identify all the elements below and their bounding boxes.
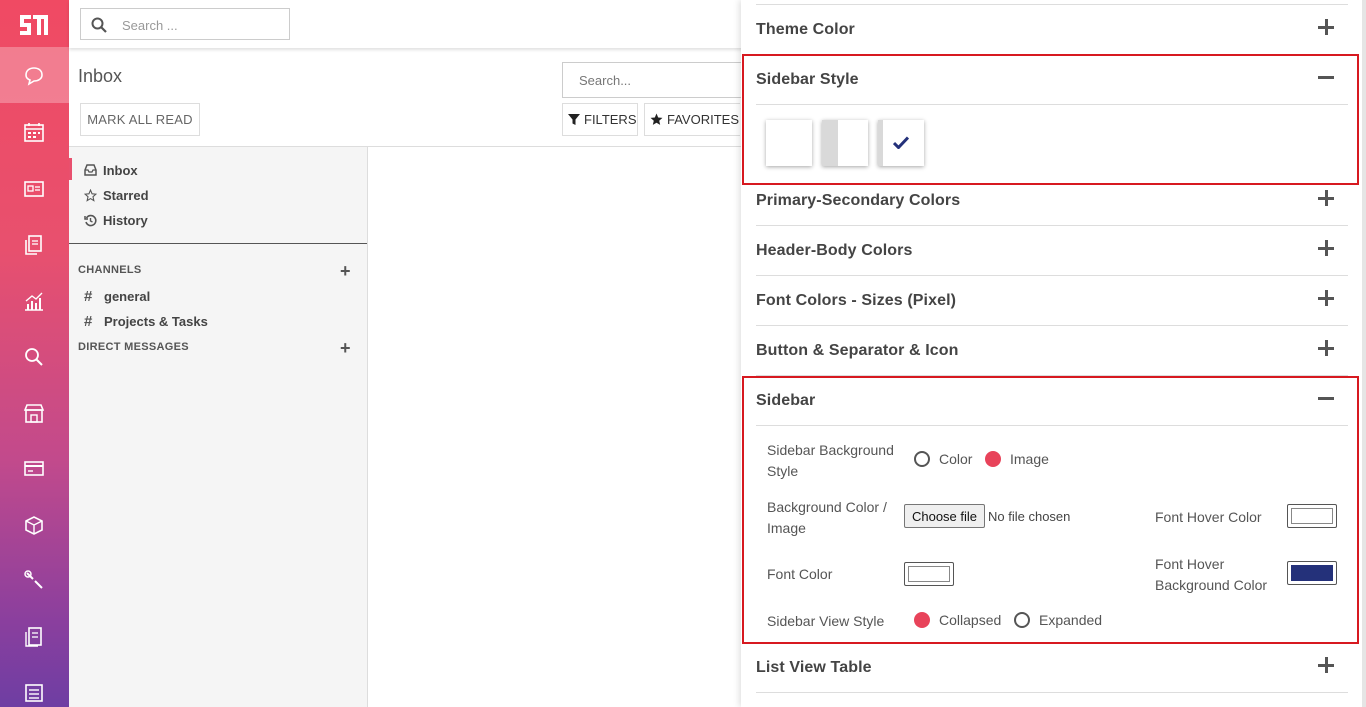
accordion-button-separator[interactable]: Button & Separator & Icon [756, 326, 1348, 376]
channel-projects-tasks[interactable]: # Projects & Tasks [84, 313, 208, 330]
sidebar-item-label: Inbox [103, 162, 138, 178]
accordion-list-view[interactable]: List View Table [756, 643, 1348, 693]
tools-icon[interactable] [23, 569, 45, 591]
filters-label: FILTERS [584, 112, 637, 127]
filters-button[interactable]: FILTERS [562, 103, 638, 136]
accordion-primary-secondary[interactable]: Primary-Secondary Colors [756, 176, 1348, 226]
inbox-icon [84, 164, 97, 176]
channel-general[interactable]: # general [84, 288, 150, 305]
shop-icon[interactable] [23, 402, 45, 424]
global-search-input[interactable]: Search ... [80, 8, 290, 40]
expand-plus-icon[interactable] [1318, 290, 1334, 306]
messages-search-input[interactable]: Search... [562, 62, 752, 98]
card-icon[interactable] [23, 457, 45, 479]
expand-plus-icon[interactable] [1318, 340, 1334, 356]
reports-icon[interactable] [23, 290, 45, 312]
accordion-title: Font Colors - Sizes (Pixel) [756, 292, 957, 309]
mark-all-read-button[interactable]: MARK ALL READ [80, 103, 200, 136]
contacts-icon[interactable] [23, 178, 45, 200]
accordion-title: List View Table [756, 659, 872, 676]
star-icon [650, 113, 663, 125]
channels-heading: CHANNELS [78, 264, 142, 276]
sidebar-item-history[interactable]: History [84, 210, 148, 230]
search-icon[interactable] [23, 346, 45, 368]
accordion-font-colors[interactable]: Font Colors - Sizes (Pixel) [756, 276, 1348, 326]
accordion-header-body[interactable]: Header-Body Colors [756, 226, 1348, 276]
add-direct-message-button[interactable]: + [340, 339, 351, 357]
star-icon [84, 188, 97, 202]
expand-plus-icon[interactable] [1318, 240, 1334, 256]
page-title: Inbox [78, 66, 123, 86]
channel-label: Projects & Tasks [104, 314, 208, 329]
messages-search-placeholder: Search... [579, 73, 632, 88]
logo-icon[interactable] [18, 12, 50, 38]
panel-scrollbar[interactable] [1362, 0, 1366, 707]
add-channel-button[interactable]: + [340, 262, 351, 280]
sidebar-item-starred[interactable]: Starred [84, 185, 149, 205]
expand-plus-icon[interactable] [1318, 19, 1334, 35]
channel-label: general [104, 289, 151, 304]
chat-icon[interactable] [23, 65, 45, 87]
sidebar-settings-highlight [742, 376, 1359, 644]
app-rail [0, 0, 69, 707]
global-search-placeholder: Search ... [122, 18, 178, 33]
sidebar-style-highlight [742, 54, 1359, 185]
list-icon[interactable] [23, 682, 45, 704]
accordion-theme-color[interactable]: Theme Color [756, 5, 1348, 55]
direct-messages-heading: DIRECT MESSAGES [78, 341, 189, 353]
favorites-label: FAVORITES [667, 112, 739, 127]
hash-icon: # [84, 313, 93, 330]
sidebar-item-inbox[interactable]: Inbox [84, 160, 138, 180]
calendar-icon[interactable] [23, 121, 45, 143]
accordion-title: Header-Body Colors [756, 242, 913, 259]
package-icon[interactable] [23, 514, 45, 536]
top-bar: Search ... [69, 0, 769, 48]
expand-plus-icon[interactable] [1318, 657, 1334, 673]
discuss-sidebar [69, 147, 368, 707]
receipt-icon[interactable] [23, 626, 45, 648]
sidebar-divider [69, 243, 367, 244]
history-icon [84, 214, 97, 226]
sidebar-item-label: Starred [103, 187, 149, 203]
sidebar-active-indicator [69, 158, 72, 180]
accordion-title: Button & Separator & Icon [756, 342, 959, 359]
hash-icon: # [84, 288, 93, 305]
filter-icon [568, 113, 580, 125]
favorites-button[interactable]: FAVORITES [644, 103, 740, 136]
accordion-title: Primary-Secondary Colors [756, 192, 961, 209]
documents-icon[interactable] [23, 234, 45, 256]
accordion-title: Theme Color [756, 21, 855, 38]
sidebar-item-label: History [103, 212, 148, 228]
search-icon [91, 17, 107, 33]
expand-plus-icon[interactable] [1318, 190, 1334, 206]
